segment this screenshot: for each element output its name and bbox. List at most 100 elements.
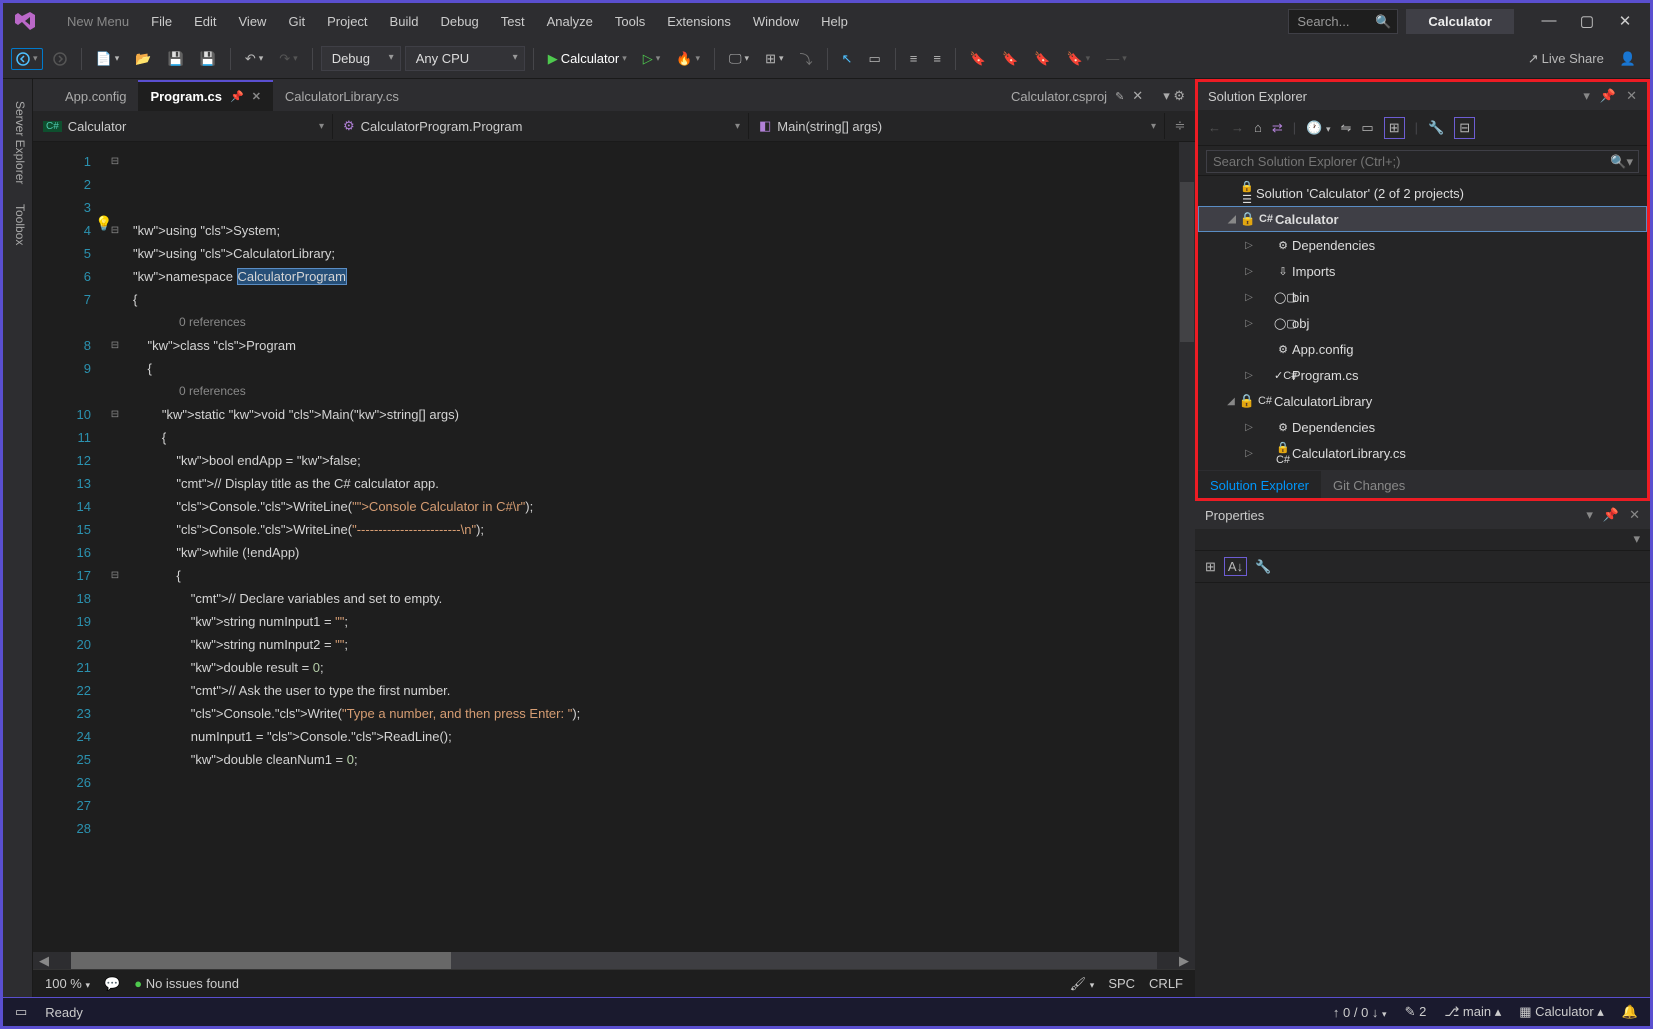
menu-project[interactable]: Project [317, 8, 377, 35]
step-button[interactable]: ⤵ [794, 45, 819, 72]
horizontal-scrollbar[interactable]: ◀ ▶ [33, 952, 1195, 969]
open-button[interactable]: 📂 [129, 47, 157, 71]
nav-fwd-button[interactable] [47, 48, 73, 70]
hot-reload-button[interactable]: 🔥 ▾ [670, 47, 706, 71]
tree-node[interactable]: ▷⚙Dependencies [1198, 414, 1647, 440]
pin-icon[interactable]: 📌 [230, 90, 244, 103]
outdent-button[interactable]: ≡ [904, 47, 924, 70]
close-tab-icon[interactable]: ✕ [252, 90, 261, 103]
redo-button[interactable]: ↷ ▾ [273, 47, 303, 71]
panel-menu-icon[interactable]: ▾ [1583, 88, 1590, 104]
menu-view[interactable]: View [229, 8, 277, 35]
props-categorized-icon[interactable]: ⊞ [1205, 559, 1216, 575]
menu-extensions[interactable]: Extensions [657, 8, 741, 35]
code-editor[interactable]: 1234567891011121314151617181920212223242… [33, 142, 1195, 952]
tree-node[interactable]: ▷🔒C#CalculatorLibrary.cs [1198, 440, 1647, 466]
menu-new[interactable]: New Menu [57, 8, 139, 35]
menu-git[interactable]: Git [278, 8, 315, 35]
sol-fwd-icon[interactable]: → [1231, 120, 1244, 135]
props-alpha-icon[interactable]: A↓ [1224, 557, 1247, 576]
rail-server-explorer[interactable]: Server Explorer [3, 91, 32, 194]
brush-icon[interactable]: 🖌 ▾ [1070, 976, 1095, 992]
issues-indicator[interactable]: ● No issues found [134, 976, 239, 991]
sol-preview-icon[interactable]: ⊟ [1454, 117, 1475, 139]
nav-class-dropdown[interactable]: ⚙CalculatorProgram.Program [333, 113, 749, 139]
solution-search-input[interactable] [1206, 150, 1639, 173]
save-button[interactable]: 💾 [161, 47, 189, 71]
sol-sync-icon[interactable]: 🕐 ▾ [1306, 120, 1330, 136]
props-wrench-icon[interactable]: 🔧 [1255, 559, 1271, 575]
zoom-level[interactable]: 100 % ▾ [45, 976, 90, 991]
status-project[interactable]: ▦ Calculator ▴ [1519, 1004, 1604, 1020]
tree-node[interactable]: ▷◯▢bin [1198, 284, 1647, 310]
vertical-scrollbar[interactable] [1179, 142, 1195, 952]
panel-close-icon[interactable]: ✕ [1626, 88, 1637, 104]
nav-split-button[interactable]: ≑ [1165, 118, 1195, 134]
close-button[interactable]: ✕ [1616, 12, 1634, 30]
fold-column[interactable]: ⊟⊟⊟⊟⊟ [105, 142, 125, 952]
start-button[interactable]: ▶ Calculator ▾ [542, 47, 633, 71]
config-dropdown[interactable]: Debug [321, 46, 401, 71]
close-csproj-icon[interactable]: ✕ [1132, 88, 1143, 104]
tree-node[interactable]: ▷⇩Imports [1198, 258, 1647, 284]
menu-tools[interactable]: Tools [605, 8, 655, 35]
sol-collapse-icon[interactable]: ▭ [1361, 120, 1373, 136]
live-share-button[interactable]: ↗ Live Share [1522, 47, 1610, 71]
panel-pin-icon[interactable]: 📌 [1603, 507, 1619, 523]
tree-node[interactable]: ◢🔒C#Calculator [1198, 206, 1647, 232]
indent-button[interactable]: ≡ [927, 47, 947, 70]
tab-csproj[interactable]: Calculator.csproj✎✕ [1001, 81, 1153, 111]
browser-link-button[interactable]: 🖵 ▾ [723, 47, 755, 71]
menu-help[interactable]: Help [811, 8, 858, 35]
minimize-button[interactable]: — [1540, 12, 1558, 30]
sol-switch-icon[interactable]: ⇄ [1272, 120, 1283, 136]
tree-node[interactable]: 🔒☰Solution 'Calculator' (2 of 2 projects… [1198, 180, 1647, 206]
chat-icon[interactable]: 💬 [104, 976, 120, 992]
panel-close-icon[interactable]: ✕ [1629, 507, 1640, 523]
sol-filter-icon[interactable]: ⇋ [1341, 120, 1352, 136]
code-content[interactable]: 💡 "kw">using "cls">System;"kw">using "cl… [125, 142, 1195, 952]
panel-pin-icon[interactable]: 📌 [1600, 88, 1616, 104]
properties-dropdown[interactable]: ▾ [1195, 529, 1650, 551]
undo-button[interactable]: ↶ ▾ [239, 47, 269, 71]
bookmark-clear-button[interactable]: 🔖 ▾ [1060, 47, 1096, 71]
tab-overflow-button[interactable]: ▾ ⚙ [1153, 81, 1195, 111]
tree-node[interactable]: ▷◯▢obj [1198, 310, 1647, 336]
new-item-button[interactable]: 📄▾ [90, 47, 126, 71]
tab-solution-explorer[interactable]: Solution Explorer [1198, 471, 1321, 498]
status-output-icon[interactable]: ▭ [15, 1004, 27, 1020]
layout-button[interactable]: ⊞ ▾ [759, 47, 789, 71]
sol-back-icon[interactable]: ← [1208, 120, 1221, 135]
bookmark-button[interactable]: 🔖 [964, 47, 992, 71]
lightbulb-icon[interactable]: 💡 [95, 212, 112, 235]
cursor-icon[interactable]: ↖ [836, 47, 859, 71]
save-all-button[interactable]: 💾 [194, 47, 222, 71]
panel-menu-icon[interactable]: ▾ [1586, 507, 1593, 523]
solution-tree[interactable]: 🔒☰Solution 'Calculator' (2 of 2 projects… [1198, 176, 1647, 470]
menu-debug[interactable]: Debug [430, 8, 488, 35]
menu-analyze[interactable]: Analyze [537, 8, 603, 35]
extra-button[interactable]: — ▾ [1100, 47, 1133, 70]
tab-program-cs[interactable]: Program.cs📌✕ [138, 80, 272, 111]
tree-node[interactable]: ▷✓C#Program.cs [1198, 362, 1647, 388]
tree-node[interactable]: ◢🔒C#CalculatorLibrary [1198, 388, 1647, 414]
maximize-button[interactable]: ▢ [1578, 12, 1596, 30]
nav-back-button[interactable]: ▾ [11, 48, 43, 70]
sol-home-icon[interactable]: ⌂ [1254, 120, 1262, 135]
bookmark-prev-button[interactable]: 🔖 [996, 47, 1024, 71]
indent-mode[interactable]: SPC [1108, 976, 1135, 991]
status-errors[interactable]: ↑ 0 / 0 ↓ ▾ [1333, 1005, 1387, 1020]
sol-properties-icon[interactable]: 🔧 [1428, 120, 1444, 136]
account-button[interactable]: 👤 [1614, 47, 1642, 71]
title-search-input[interactable]: Search... 🔍 [1288, 9, 1398, 34]
tab-app-config[interactable]: App.config [53, 82, 138, 111]
rail-toolbox[interactable]: Toolbox [3, 194, 32, 255]
status-changes[interactable]: ✎ 2 [1405, 1004, 1427, 1020]
menu-edit[interactable]: Edit [184, 8, 226, 35]
tree-node[interactable]: ⚙App.config [1198, 336, 1647, 362]
status-branch[interactable]: ⎇ main ▴ [1444, 1004, 1501, 1020]
nav-project-dropdown[interactable]: C#Calculator [33, 114, 333, 139]
sol-showall-icon[interactable]: ⊞ [1384, 117, 1405, 139]
status-bell-icon[interactable]: 🔔 [1622, 1004, 1638, 1020]
menu-test[interactable]: Test [491, 8, 535, 35]
